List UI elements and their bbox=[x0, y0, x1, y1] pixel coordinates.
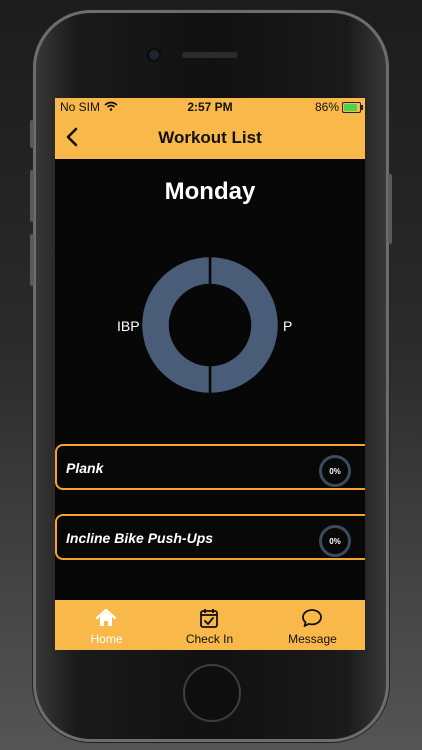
volume-down-button bbox=[30, 234, 34, 286]
tab-label: Check In bbox=[185, 632, 234, 646]
calendar-check-icon bbox=[200, 609, 218, 628]
donut-slice-ibp bbox=[208, 254, 281, 396]
workout-card-plank[interactable]: Plank 0% bbox=[55, 444, 365, 490]
mute-switch bbox=[30, 120, 34, 148]
home-button[interactable] bbox=[183, 664, 241, 722]
tab-label: Home bbox=[90, 632, 123, 646]
navigation-bar: Workout List bbox=[55, 115, 365, 159]
tab-label: Message bbox=[288, 632, 337, 646]
power-button bbox=[388, 174, 392, 244]
donut-slice-p bbox=[139, 254, 212, 396]
home-icon bbox=[95, 608, 117, 626]
battery-icon bbox=[342, 102, 363, 113]
workout-donut-chart bbox=[139, 254, 281, 396]
tab-bar: Home Check In Message bbox=[55, 600, 365, 650]
chat-bubble-icon bbox=[302, 609, 322, 627]
battery-percent: 86% bbox=[314, 100, 339, 114]
chart-label-p: P bbox=[283, 318, 293, 334]
workout-card-incline-bike-push-ups[interactable]: Incline Bike Push-Ups 0% bbox=[55, 514, 365, 560]
app-screen: No SIM 2:57 PM 86% Workout List Monday I… bbox=[55, 98, 365, 650]
status-bar: No SIM 2:57 PM 86% bbox=[55, 98, 365, 115]
tab-message[interactable]: Message bbox=[261, 600, 364, 650]
tab-check-in[interactable]: Check In bbox=[158, 600, 261, 650]
progress-ring: 0% bbox=[319, 455, 351, 487]
tab-home[interactable]: Home bbox=[55, 600, 158, 650]
earpiece-speaker bbox=[182, 52, 238, 58]
day-heading: Monday bbox=[164, 178, 256, 205]
workout-name: Plank bbox=[66, 460, 104, 476]
front-camera bbox=[149, 50, 159, 60]
chart-label-ibp: IBP bbox=[117, 318, 140, 334]
volume-up-button bbox=[30, 170, 34, 222]
page-title: Workout List bbox=[158, 128, 262, 147]
progress-ring: 0% bbox=[319, 525, 351, 557]
workout-name: Incline Bike Push-Ups bbox=[66, 530, 214, 546]
